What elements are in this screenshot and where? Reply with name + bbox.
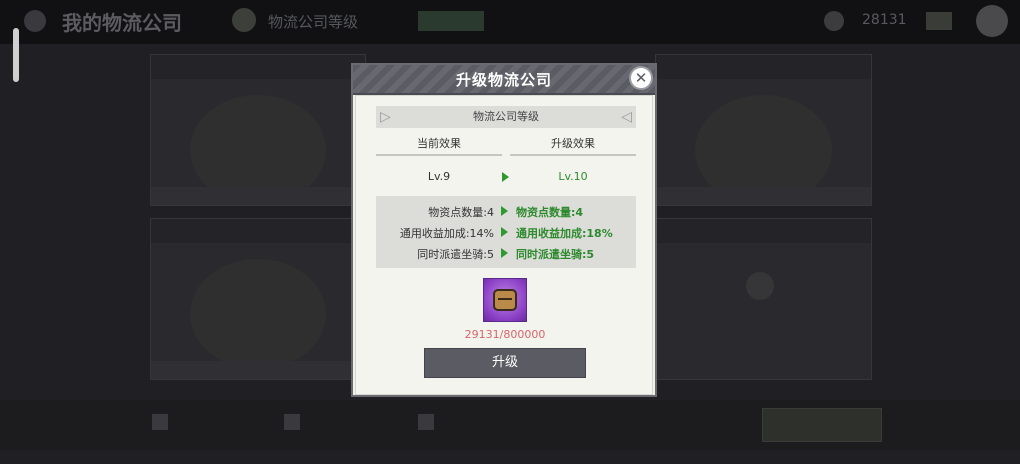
section-title: ▷ 物流公司等级 ◁ (376, 106, 636, 128)
stats-comparison: 物资点数量:4 物资点数量:4 通用收益加成:14% 通用收益加成:18% 同时… (376, 196, 636, 268)
arrow-right-icon (502, 172, 509, 182)
current-stat: 同时派遣坐骑:5 (417, 248, 494, 261)
bottom-nav-icon[interactable] (284, 414, 300, 430)
avatar[interactable] (976, 5, 1008, 37)
coin-icon (824, 11, 844, 31)
dialog-title: 升级物流公司 (455, 71, 552, 89)
level-icon (232, 8, 256, 32)
arrow-right-icon (501, 248, 508, 258)
close-button[interactable]: ✕ (629, 66, 653, 90)
close-icon: ✕ (634, 69, 648, 87)
station-card[interactable] (150, 218, 366, 380)
station-card[interactable] (150, 54, 366, 206)
side-tab-handle[interactable] (13, 28, 19, 82)
next-level: Lv.10 (558, 170, 588, 183)
currency-amount: 28131 (862, 12, 907, 28)
current-effect-header: 当前效果 (376, 134, 502, 156)
back-icon[interactable] (24, 10, 46, 32)
current-stat: 通用收益加成:14% (399, 227, 494, 240)
upgrade-button[interactable]: 升级 (424, 348, 586, 378)
dialog-header: 升级物流公司 ✕ (353, 65, 655, 95)
chevron-left-icon: ◁ (621, 109, 632, 125)
upgraded-stat: 物资点数量:4 (516, 206, 584, 219)
upgraded-stat: 同时派遣坐骑:5 (516, 248, 595, 261)
bottom-right-button[interactable] (762, 408, 882, 442)
chest-item[interactable] (483, 278, 527, 322)
arrow-right-icon (501, 206, 508, 216)
upgrade-effect-header: 升级效果 (510, 134, 636, 156)
top-add-button[interactable] (926, 12, 952, 30)
chevron-right-icon: ▷ (380, 109, 391, 125)
upgraded-stat: 通用收益加成:18% (516, 227, 613, 240)
upgrade-cost: 29131/800000 (464, 328, 546, 341)
current-stat: 物资点数量:4 (428, 206, 494, 219)
upgrade-dialog: 升级物流公司 ✕ ▷ 物流公司等级 ◁ 当前效果 升级效果 Lv.9 Lv.10… (351, 63, 657, 397)
station-card[interactable] (655, 54, 872, 206)
chest-icon (493, 289, 517, 311)
lock-icon (746, 272, 774, 300)
current-level: Lv.9 (427, 170, 451, 183)
page-title: 我的物流公司 (62, 11, 182, 35)
bottom-nav-icon[interactable] (152, 414, 168, 430)
arrow-right-icon (501, 227, 508, 237)
level-label: 物流公司等级 (268, 13, 359, 31)
level-badge (418, 11, 484, 31)
dialog-body: ▷ 物流公司等级 ◁ 当前效果 升级效果 Lv.9 Lv.10 物资点数量:4 … (355, 95, 653, 395)
bottom-nav-icon[interactable] (418, 414, 434, 430)
